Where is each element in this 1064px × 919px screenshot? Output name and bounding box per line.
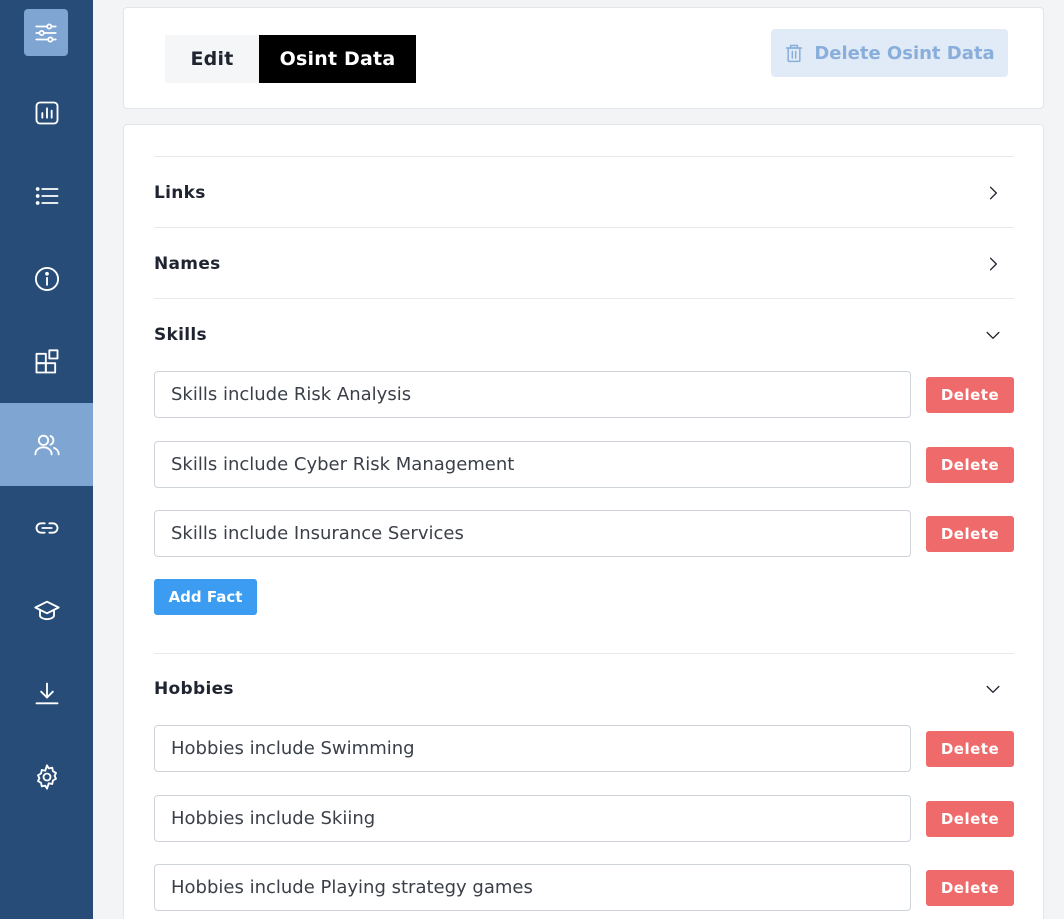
fact-input[interactable]: Hobbies include Playing strategy games (154, 864, 911, 911)
sidebar-item-dashboard[interactable] (0, 71, 93, 154)
fact-input[interactable]: Skills include Cyber Risk Management (154, 441, 911, 488)
list-icon (35, 186, 58, 205)
sidebar-item-settings[interactable] (0, 735, 93, 818)
delete-fact-button[interactable]: Delete (926, 377, 1014, 413)
sidebar-item-info[interactable] (0, 237, 93, 320)
delete-fact-button[interactable]: Delete (926, 731, 1014, 767)
add-fact-button[interactable]: Add Fact (154, 579, 257, 615)
fact-input[interactable]: Skills include Risk Analysis (154, 371, 911, 418)
fact-input[interactable]: Skills include Insurance Services (154, 510, 911, 557)
delete-fact-button[interactable]: Delete (926, 516, 1014, 552)
link-icon (35, 521, 58, 534)
sidebar-item-download[interactable] (0, 652, 93, 735)
sidebar-item-settings-sliders[interactable] (24, 9, 68, 56)
bar-chart-icon (35, 101, 58, 124)
tabs-card: Edit Osint Data Delete Osint Data (123, 7, 1044, 109)
sidebar-item-users[interactable] (0, 403, 93, 486)
chevron-right-icon (989, 257, 997, 270)
info-icon (34, 266, 59, 291)
sidebar-item-list[interactable] (0, 154, 93, 237)
download-icon (35, 682, 58, 704)
osint-data-panel: Links Names Skills Skills include Risk A… (123, 124, 1044, 919)
section-header-hobbies[interactable]: Hobbies (154, 653, 1014, 724)
section-title: Skills (154, 324, 207, 345)
sidebar-item-education[interactable] (0, 569, 93, 652)
chevron-down-icon (986, 331, 1000, 339)
users-icon (33, 434, 60, 455)
tab-osint-data[interactable]: Osint Data (259, 35, 416, 83)
section-header-links[interactable]: Links (154, 157, 1014, 228)
section-header-skills[interactable]: Skills (154, 299, 1014, 370)
section-title: Links (154, 182, 206, 203)
blocks-icon (35, 348, 58, 373)
delete-osint-data-label: Delete Osint Data (814, 42, 995, 64)
sliders-icon (35, 22, 57, 43)
delete-fact-button[interactable]: Delete (926, 447, 1014, 483)
delete-osint-data-button[interactable]: Delete Osint Data (771, 29, 1008, 77)
section-title: Names (154, 253, 221, 274)
trash-icon (786, 44, 803, 63)
gear-icon (36, 763, 57, 790)
section-title: Hobbies (154, 678, 234, 699)
sidebar-item-links[interactable] (0, 486, 93, 569)
section-header-names[interactable]: Names (154, 228, 1014, 299)
delete-fact-button[interactable]: Delete (926, 801, 1014, 837)
sidebar-item-modules[interactable] (0, 320, 93, 403)
chevron-down-icon (986, 685, 1000, 693)
chevron-right-icon (989, 186, 997, 199)
fact-input[interactable]: Hobbies include Skiing (154, 795, 911, 842)
sidebar (0, 0, 93, 919)
delete-fact-button[interactable]: Delete (926, 870, 1014, 906)
graduation-cap-icon (33, 600, 60, 620)
tab-edit[interactable]: Edit (165, 35, 259, 83)
fact-input[interactable]: Hobbies include Swimming (154, 725, 911, 772)
